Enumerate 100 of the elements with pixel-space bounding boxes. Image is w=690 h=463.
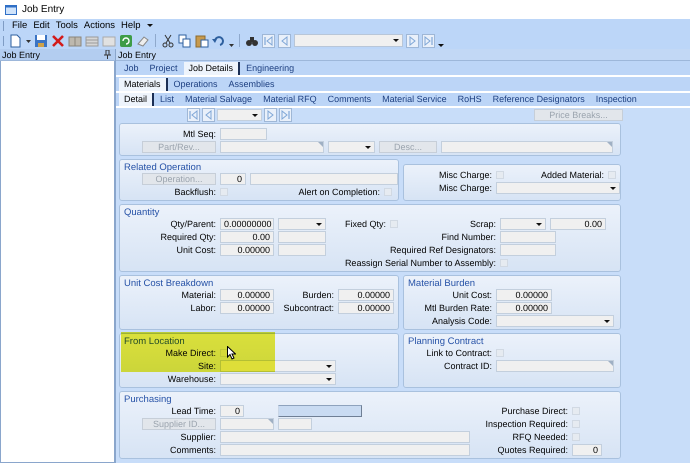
dropdown-field[interactable]	[496, 315, 614, 327]
input-field[interactable]	[500, 244, 556, 256]
field-label: Mtl Burden Rate:	[424, 303, 492, 313]
lookup-field[interactable]	[496, 360, 614, 372]
input-field[interactable]: 0.00000	[338, 289, 394, 301]
field-label: Find Number:	[441, 232, 496, 242]
delete-icon[interactable]	[51, 34, 65, 48]
input-field[interactable]	[250, 173, 398, 185]
pin-icon[interactable]	[104, 50, 111, 59]
dropdown-field[interactable]	[496, 182, 620, 194]
skip-arrow-icon	[423, 36, 434, 46]
dropdown-field[interactable]	[278, 218, 326, 230]
group-title: Material Burden	[407, 278, 476, 289]
paste-icon[interactable]	[195, 34, 209, 48]
input-field[interactable]	[500, 231, 556, 243]
tab[interactable]: Materials	[119, 78, 168, 91]
previous-button[interactable]	[278, 34, 291, 48]
previous-button[interactable]	[202, 108, 215, 122]
field-label: Mtl Seq:	[182, 129, 216, 139]
last-button[interactable]	[279, 108, 292, 122]
menu-item[interactable]: Actions	[84, 20, 116, 31]
tab[interactable]: Assemblies	[224, 78, 280, 91]
field-label: Misc Charge:	[438, 183, 492, 193]
tab[interactable]: Engineering	[241, 62, 300, 75]
field-label: Supplier:	[180, 432, 216, 442]
checkbox[interactable]	[496, 171, 504, 179]
input-field[interactable]: 0.00	[220, 231, 274, 243]
input-field[interactable]: 0	[220, 173, 246, 185]
save-icon[interactable]	[34, 34, 48, 48]
grid-icon[interactable]	[85, 34, 99, 48]
caret-icon	[604, 320, 610, 322]
input-field[interactable]: 0.00000	[496, 302, 552, 314]
input-field[interactable]: 0.00000	[496, 289, 552, 301]
tab[interactable]: RoHS	[452, 93, 487, 106]
field-label: Labor:	[190, 303, 216, 313]
tab[interactable]: Inspection	[590, 93, 642, 106]
mouse-pointer-icon	[227, 346, 236, 360]
field-label: Scrap:	[470, 219, 496, 229]
book-icon[interactable]	[68, 34, 82, 48]
field-label: Subcontract:	[283, 303, 334, 313]
input-field[interactable]	[220, 128, 267, 140]
checkbox[interactable]	[608, 171, 616, 179]
next-button[interactable]	[264, 108, 277, 122]
menu-item[interactable]: File	[12, 20, 28, 31]
input-field[interactable]	[278, 418, 312, 430]
field-label: Purchase Direct:	[501, 406, 568, 416]
next-button[interactable]	[406, 34, 419, 48]
menu-item[interactable]: Help	[121, 20, 141, 31]
field-label: RFQ Needed:	[512, 432, 568, 442]
overflow-caret-icon[interactable]	[146, 24, 153, 27]
tab[interactable]: Operations	[168, 78, 223, 91]
tab[interactable]: Detail	[119, 93, 154, 106]
input-field[interactable]: 0.00000	[220, 289, 274, 301]
input-field[interactable]: 0.00	[550, 218, 606, 230]
field-label: Required Ref Designators:	[390, 245, 496, 255]
tab[interactable]: Material Service	[377, 93, 452, 106]
dropdown-field[interactable]	[328, 141, 375, 153]
caret-icon	[536, 222, 542, 226]
input-field[interactable]	[220, 444, 470, 456]
input-field[interactable]: 0	[220, 405, 244, 417]
field-label: Make Direct:	[165, 348, 216, 358]
triangle-arrow-icon	[407, 36, 418, 46]
input-field[interactable]	[220, 431, 470, 443]
tab[interactable]: Job Details	[184, 62, 240, 75]
form-button[interactable]	[278, 405, 362, 417]
undo-icon[interactable]	[212, 34, 226, 48]
lookup-field[interactable]	[220, 141, 324, 153]
refresh-icon[interactable]	[119, 34, 133, 48]
tab[interactable]: Job	[119, 62, 144, 75]
tab[interactable]: Comments	[322, 93, 376, 106]
record-dropdown[interactable]	[217, 109, 262, 121]
dropdown-field[interactable]	[220, 373, 336, 385]
input-field[interactable]: 0.00000	[220, 302, 274, 314]
caret-icon	[610, 186, 616, 190]
tab[interactable]: Project	[144, 62, 183, 75]
input-field[interactable]: 0.00000	[338, 302, 394, 314]
tab[interactable]: List	[155, 93, 180, 106]
caret-icon	[316, 222, 322, 226]
field-label: Link to Contract:	[426, 348, 492, 358]
group-title: Quantity	[123, 207, 160, 218]
tab[interactable]: Reference Designators	[488, 93, 590, 106]
input-field[interactable]: 0.00000	[220, 244, 274, 256]
record-dropdown[interactable]	[294, 34, 403, 47]
input-field[interactable]	[278, 244, 326, 256]
input-field[interactable]: 0	[572, 444, 602, 456]
input-field[interactable]: 0.00000000	[220, 218, 274, 230]
lookup-field[interactable]	[220, 418, 274, 430]
tab[interactable]: Material RFQ	[258, 93, 322, 106]
first-button[interactable]	[187, 108, 200, 122]
menu-item[interactable]: Tools	[56, 20, 78, 31]
lookup-field[interactable]	[441, 141, 613, 153]
cut-icon[interactable]	[161, 34, 175, 48]
copy-icon[interactable]	[178, 34, 192, 48]
dropdown-field[interactable]	[500, 218, 546, 230]
caret-icon	[393, 39, 399, 42]
window-icon	[5, 4, 17, 14]
tab[interactable]: Material Salvage	[180, 93, 258, 106]
menu-item[interactable]: Edit	[33, 20, 50, 31]
input-field[interactable]	[278, 231, 326, 243]
group-title: Related Operation	[123, 162, 202, 173]
